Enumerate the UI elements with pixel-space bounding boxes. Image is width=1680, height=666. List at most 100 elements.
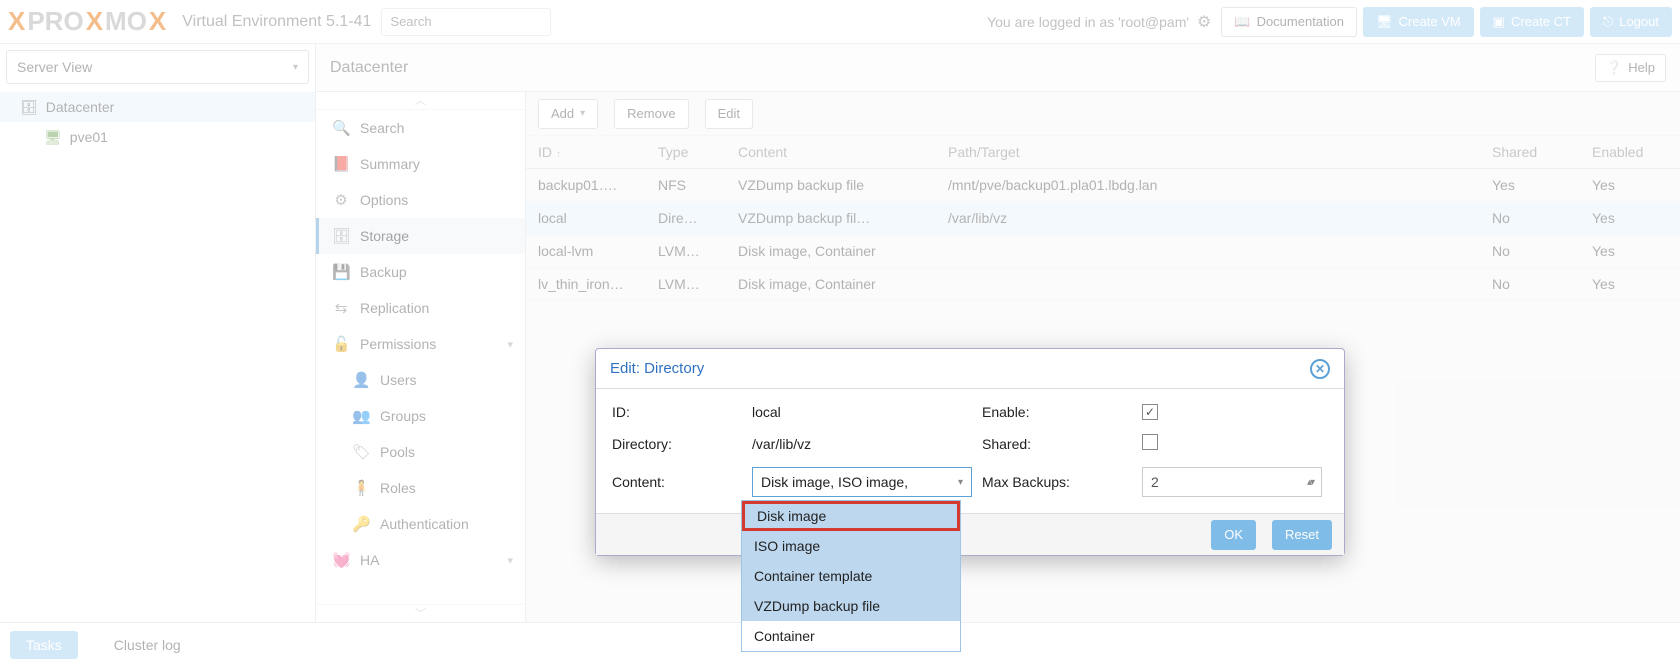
replication-icon: ⇆ — [332, 299, 350, 317]
storage-toolbar: Add ▾ Remove Edit — [526, 92, 1680, 136]
add-button[interactable]: Add ▾ — [538, 99, 598, 129]
unlock-icon: 🔓 — [332, 335, 350, 353]
cell-path: /var/lib/vz — [936, 202, 1480, 235]
cell-path — [936, 268, 1480, 301]
table-row[interactable]: local-lvmLVM…Disk image, ContainerNoYes — [526, 235, 1680, 268]
users-icon: 👥 — [352, 407, 370, 425]
cell-path: /mnt/pve/backup01.pla01.lbdg.lan — [936, 169, 1480, 202]
cell-content: VZDump backup fil… — [726, 202, 936, 235]
tree-node-label: pve01 — [70, 129, 108, 145]
help-icon: ❔ — [1606, 60, 1622, 76]
enable-label: Enable: — [982, 404, 1132, 420]
menu-permissions[interactable]: 🔓Permissions▾ — [316, 326, 525, 362]
tree-node-datacenter[interactable]: 🗄 Datacenter — [0, 92, 315, 122]
disk-icon: 🗄 — [332, 227, 350, 245]
tab-tasks[interactable]: Tasks — [10, 631, 78, 659]
cell-id: lv_thin_iron… — [526, 268, 646, 301]
dropdown-item[interactable]: Disk image — [742, 501, 960, 531]
col-path[interactable]: Path/Target — [936, 136, 1480, 169]
menu-options[interactable]: ⚙Options — [316, 182, 525, 218]
male-icon: 🧍 — [352, 479, 370, 497]
dropdown-item[interactable]: ISO image — [742, 531, 960, 561]
create-vm-button[interactable]: 🖥Create VM — [1363, 7, 1474, 37]
menu-groups[interactable]: 👥Groups — [316, 398, 525, 434]
ok-button[interactable]: OK — [1211, 520, 1256, 550]
dropdown-item[interactable]: Container — [742, 621, 960, 651]
table-row[interactable]: localDire…VZDump backup fil…/var/lib/vzN… — [526, 202, 1680, 235]
cell-type: LVM… — [646, 235, 726, 268]
content-label: Content: — [612, 474, 742, 490]
menu-replication[interactable]: ⇆Replication — [316, 290, 525, 326]
server-icon: 🗄 — [20, 99, 38, 116]
enable-checkbox[interactable]: ✓ — [1142, 404, 1158, 420]
remove-button[interactable]: Remove — [614, 99, 688, 129]
tree-node-pve01[interactable]: 🖥 pve01 — [0, 122, 315, 152]
col-enabled[interactable]: Enabled — [1580, 136, 1680, 169]
content-combobox[interactable]: Disk image, ISO image, ▾ — [752, 467, 972, 497]
key-icon: 🔑 — [352, 515, 370, 533]
chevron-down-icon: ▾ — [507, 338, 513, 351]
tab-cluster-log[interactable]: Cluster log — [98, 631, 197, 659]
max-backups-spinner[interactable]: 2 ▴▾ — [1142, 467, 1322, 497]
shared-label: Shared: — [982, 436, 1132, 452]
col-id[interactable]: ID↑ — [526, 136, 646, 169]
cell-id: local — [526, 202, 646, 235]
tree-view-selector[interactable]: Server View ▾ — [6, 50, 309, 84]
help-button[interactable]: ❔Help — [1595, 54, 1666, 82]
max-backups-value: 2 — [1151, 474, 1159, 490]
cell-id: local-lvm — [526, 235, 646, 268]
search-icon: 🔍 — [332, 119, 350, 137]
close-icon[interactable]: ✕ — [1310, 359, 1330, 379]
node-icon: 🖥 — [44, 129, 62, 146]
menu-users[interactable]: 👤Users — [316, 362, 525, 398]
menu-ha[interactable]: 💓HA▾ — [316, 542, 525, 578]
cell-enabled: Yes — [1580, 268, 1680, 301]
create-ct-button[interactable]: ▣Create CT — [1480, 7, 1584, 37]
login-info: You are logged in as 'root@pam' — [987, 14, 1189, 30]
gear-icon[interactable]: ⚙ — [1197, 12, 1211, 32]
cell-type: LVM… — [646, 268, 726, 301]
modal-title: Edit: Directory — [610, 360, 704, 377]
menu-backup[interactable]: 💾Backup — [316, 254, 525, 290]
directory-value: /var/lib/vz — [752, 436, 972, 452]
monitor-icon: 🖥 — [1376, 14, 1393, 30]
logout-icon: ⎋ — [1603, 14, 1613, 30]
cell-type: NFS — [646, 169, 726, 202]
cell-content: VZDump backup file — [726, 169, 936, 202]
global-search-input[interactable] — [381, 8, 551, 36]
expand-down-icon[interactable]: ﹀ — [316, 604, 525, 622]
menu-search[interactable]: 🔍Search — [316, 110, 525, 146]
book-icon: 📖 — [1234, 14, 1250, 30]
edit-button[interactable]: Edit — [705, 99, 753, 129]
chevron-down-icon: ▾ — [958, 477, 963, 488]
tree-view-label: Server View — [17, 59, 92, 75]
collapse-up-icon[interactable]: ︿ — [316, 92, 525, 110]
dropdown-item[interactable]: Container template — [742, 561, 960, 591]
menu-summary[interactable]: 📕Summary — [316, 146, 525, 182]
directory-label: Directory: — [612, 436, 742, 452]
logo: X PROXMOX — [8, 6, 166, 37]
top-bar: X PROXMOX Virtual Environment 5.1-41 You… — [0, 0, 1680, 44]
cube-icon: ▣ — [1493, 14, 1505, 30]
menu-authentication[interactable]: 🔑Authentication — [316, 506, 525, 542]
menu-pools[interactable]: 🏷Pools — [316, 434, 525, 470]
shared-checkbox[interactable] — [1142, 434, 1158, 450]
side-menu: ︿ 🔍Search 📕Summary ⚙Options 🗄Storage 💾Ba… — [316, 92, 526, 622]
col-shared[interactable]: Shared — [1480, 136, 1580, 169]
content-dropdown-list: Disk imageISO imageContainer templateVZD… — [741, 500, 961, 652]
content-combobox-value: Disk image, ISO image, — [761, 474, 908, 490]
menu-storage[interactable]: 🗄Storage — [316, 218, 525, 254]
dropdown-item[interactable]: VZDump backup file — [742, 591, 960, 621]
chevron-down-icon: ▾ — [507, 554, 513, 567]
col-type[interactable]: Type — [646, 136, 726, 169]
menu-roles[interactable]: 🧍Roles — [316, 470, 525, 506]
tags-icon: 🏷 — [352, 443, 370, 461]
table-row[interactable]: backup01….NFSVZDump backup file/mnt/pve/… — [526, 169, 1680, 202]
chevron-down-icon: ▾ — [293, 62, 298, 73]
logout-button[interactable]: ⎋Logout — [1590, 7, 1672, 37]
reset-button[interactable]: Reset — [1272, 520, 1332, 550]
documentation-button[interactable]: 📖Documentation — [1221, 7, 1357, 37]
col-content[interactable]: Content — [726, 136, 936, 169]
table-row[interactable]: lv_thin_iron…LVM…Disk image, ContainerNo… — [526, 268, 1680, 301]
cell-content: Disk image, Container — [726, 235, 936, 268]
